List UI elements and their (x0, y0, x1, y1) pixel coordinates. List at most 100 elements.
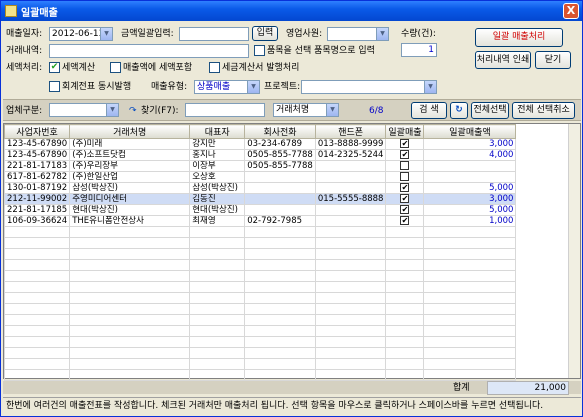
table-cell[interactable]: 123-45-67890 (3, 149, 71, 161)
bulk-sales-checkbox[interactable] (385, 160, 425, 172)
table-cell[interactable]: 주영미디어센터 (69, 193, 191, 205)
chevron-down-icon[interactable]: ▼ (424, 81, 436, 93)
column-header[interactable]: 핸드폰 (314, 124, 387, 139)
column-header[interactable]: 일괄매출 (385, 124, 425, 139)
table-cell[interactable]: 삼성(박상진) (189, 182, 246, 194)
table-cell[interactable]: THE유니폼안전상사 (69, 215, 191, 227)
table-cell[interactable]: 123-45-67890 (3, 138, 71, 150)
table-cell[interactable] (244, 204, 316, 216)
tax-calc-checkbox[interactable]: ✔ (49, 62, 60, 73)
table-cell[interactable]: 3,000 (423, 138, 517, 150)
biz-type-select[interactable]: ▼ (49, 103, 119, 117)
print-history-button[interactable]: 처리내역 인쇄 (475, 51, 531, 69)
table-cell[interactable] (314, 182, 387, 194)
table-cell[interactable]: (주)우리장부 (69, 160, 191, 172)
refresh-icon[interactable]: ↻ (450, 102, 468, 119)
table-cell[interactable]: (주)한일산업 (69, 171, 191, 183)
bulk-sales-checkbox[interactable]: ✔ (385, 138, 425, 150)
search-button[interactable]: 검 색 (411, 102, 447, 119)
close-icon[interactable]: X (563, 3, 579, 19)
sales-person-select[interactable]: ▼ (327, 27, 389, 41)
table-cell[interactable] (244, 182, 316, 194)
checkbox-icon[interactable]: ✔ (400, 194, 410, 203)
vertical-scrollbar[interactable] (568, 124, 580, 378)
table-cell[interactable]: (주)소프트닷컴 (69, 149, 191, 161)
table-cell[interactable]: (주)미래 (69, 138, 191, 150)
sales-date-picker[interactable]: 2012-06-13 ▼ (49, 27, 113, 41)
close-button[interactable]: 닫기 (535, 51, 571, 69)
table-cell[interactable]: 5,000 (423, 182, 517, 194)
table-cell[interactable] (423, 160, 517, 172)
table-cell[interactable]: 강지만 (189, 138, 246, 150)
table-cell[interactable]: 홍지나 (189, 149, 246, 161)
table-cell[interactable]: 오상호 (189, 171, 246, 183)
bulk-sales-checkbox[interactable]: ✔ (385, 149, 425, 161)
table-cell[interactable]: 현대(박상진) (189, 204, 246, 216)
checkbox-icon[interactable]: ✔ (400, 205, 410, 214)
checkbox-icon[interactable]: ✔ (400, 139, 410, 148)
table-row[interactable]: 212-11-99002 주영미디어센터 김동진 015-5555-8888 ✔ 3,00… (3, 193, 517, 205)
invoice-checkbox[interactable] (209, 62, 220, 73)
table-cell[interactable]: 1,000 (423, 215, 517, 227)
table-row[interactable]: 221-81-17185 현대(박상진) 현대(박상진) ✔ 5,000 (3, 204, 517, 216)
table-cell[interactable] (314, 204, 387, 216)
accounting-checkbox[interactable] (49, 81, 60, 92)
client-input[interactable] (49, 44, 249, 58)
table-row[interactable]: 106-09-36624 THE유니폼안전상사 최재영 02-792-7985 ✔ 1,0… (3, 215, 517, 227)
table-cell[interactable]: 013-8888-9999 (314, 138, 387, 150)
table-cell[interactable]: 130-01-87192 (3, 182, 71, 194)
table-cell[interactable]: 최재영 (189, 215, 246, 227)
amount-bulk-input[interactable] (179, 27, 249, 41)
quantity-field[interactable]: 1 (401, 43, 437, 57)
table-cell[interactable]: 이장부 (189, 160, 246, 172)
checkbox-icon[interactable]: ✔ (400, 216, 410, 225)
table-cell[interactable]: 0505-855-7788 (244, 160, 316, 172)
table-cell[interactable]: 5,000 (423, 204, 517, 216)
column-header[interactable]: 대표자 (189, 124, 246, 139)
table-row[interactable]: 130-01-87192 삼성(박상진) 삼성(박상진) ✔ 5,000 (3, 182, 517, 194)
select-all-button[interactable]: 전체선택 (471, 102, 509, 119)
table-cell[interactable]: 현대(박상진) (69, 204, 191, 216)
table-cell[interactable]: 김동진 (189, 193, 246, 205)
checkbox-icon[interactable] (400, 172, 410, 181)
chevron-down-icon[interactable]: ▼ (106, 104, 118, 116)
table-cell[interactable] (244, 171, 316, 183)
client-table[interactable]: 사업자번호 거래처명 대표자 회사전화 핸드폰 일괄매출 일괄매출액 123-45-6789… (3, 123, 581, 381)
table-cell[interactable]: 0505-855-7788 (244, 149, 316, 161)
table-cell[interactable] (314, 171, 387, 183)
tax-include-checkbox[interactable] (110, 62, 121, 73)
column-header[interactable]: 일괄매출액 (423, 124, 517, 139)
bulk-sales-checkbox[interactable] (385, 171, 425, 183)
table-row[interactable]: 221-81-17183 (주)우리장부 이장부 0505-855-7788 (3, 160, 517, 172)
table-cell[interactable]: 02-792-7985 (244, 215, 316, 227)
bulk-sales-checkbox[interactable]: ✔ (385, 182, 425, 194)
table-row[interactable]: 123-45-67890 (주)소프트닷컴 홍지나 0505-855-7788 014-… (3, 149, 517, 161)
table-cell[interactable]: 015-5555-8888 (314, 193, 387, 205)
chevron-down-icon[interactable]: ▼ (326, 104, 338, 116)
column-header[interactable]: 거래처명 (69, 124, 191, 139)
table-cell[interactable] (423, 171, 517, 183)
table-cell[interactable]: 3,000 (423, 193, 517, 205)
table-cell[interactable] (314, 160, 387, 172)
checkbox-icon[interactable] (400, 161, 410, 170)
bulk-sales-checkbox[interactable]: ✔ (385, 204, 425, 216)
table-cell[interactable]: 221-81-17183 (3, 160, 71, 172)
column-header[interactable]: 회사전화 (244, 124, 316, 139)
table-cell[interactable]: 106-09-36624 (3, 215, 71, 227)
bulk-sales-checkbox[interactable]: ✔ (385, 215, 425, 227)
table-cell[interactable]: 221-81-17185 (3, 204, 71, 216)
table-row[interactable]: 617-81-62782 (주)한일산업 오상호 (3, 171, 517, 183)
find-input[interactable] (185, 103, 265, 117)
chevron-down-icon[interactable]: ▼ (247, 81, 259, 93)
table-row[interactable]: 123-45-67890 (주)미래 강지만 03-234-6789 013-8888-… (3, 138, 517, 150)
bulk-sales-button[interactable]: 일괄 매출처리 (475, 28, 563, 47)
deselect-all-button[interactable]: 전체 선택취소 (512, 102, 575, 119)
amount-input-button[interactable]: 입력 (252, 26, 278, 41)
chevron-down-icon[interactable]: ▼ (100, 28, 112, 40)
table-cell[interactable]: 014-2325-5244 (314, 149, 387, 161)
table-cell[interactable]: 212-11-99002 (3, 193, 71, 205)
checkbox-icon[interactable]: ✔ (400, 183, 410, 192)
table-cell[interactable]: 617-81-62782 (3, 171, 71, 183)
column-header[interactable]: 사업자번호 (3, 124, 71, 139)
table-cell[interactable] (244, 193, 316, 205)
